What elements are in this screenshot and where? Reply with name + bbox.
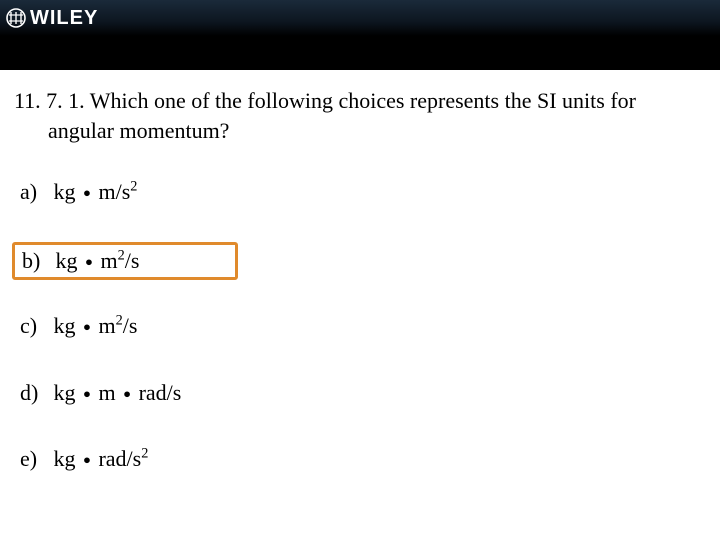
choice-unit: kg ● m ● rad/s	[54, 380, 182, 405]
choice-label: c)	[20, 313, 48, 339]
choice-unit: kg ● m2/s	[56, 248, 140, 273]
choice-label: a)	[20, 179, 48, 205]
header-underbar	[0, 36, 720, 70]
choice-unit: kg ● m2/s	[54, 313, 138, 338]
publisher-header: WILEY	[0, 0, 720, 36]
choice-b[interactable]: b) kg ● m2/s	[12, 242, 238, 280]
choice-label: b)	[22, 248, 50, 274]
slide-content: 11. 7. 1. Which one of the following cho…	[0, 70, 720, 476]
question-line-1: Which one of the following choices repre…	[90, 88, 636, 113]
wiley-logo: WILEY	[6, 7, 98, 30]
choices-list: a) kg ● m/s2 b) kg ● m2/s c) kg ● m2/s d…	[14, 175, 706, 476]
choice-label: d)	[20, 380, 48, 406]
wiley-mark-icon	[6, 8, 26, 28]
question-text: 11. 7. 1. Which one of the following cho…	[14, 86, 706, 145]
choice-label: e)	[20, 446, 48, 472]
choice-e[interactable]: e) kg ● rad/s2	[16, 442, 706, 476]
wiley-logo-text: WILEY	[30, 7, 98, 30]
choice-c[interactable]: c) kg ● m2/s	[16, 309, 706, 343]
choice-d[interactable]: d) kg ● m ● rad/s	[16, 376, 706, 410]
choice-a[interactable]: a) kg ● m/s2	[16, 175, 706, 209]
choice-unit: kg ● m/s2	[54, 179, 138, 204]
choice-unit: kg ● rad/s2	[54, 446, 149, 471]
question-line-2: angular momentum?	[14, 116, 706, 146]
question-number: 11. 7. 1.	[14, 88, 90, 113]
